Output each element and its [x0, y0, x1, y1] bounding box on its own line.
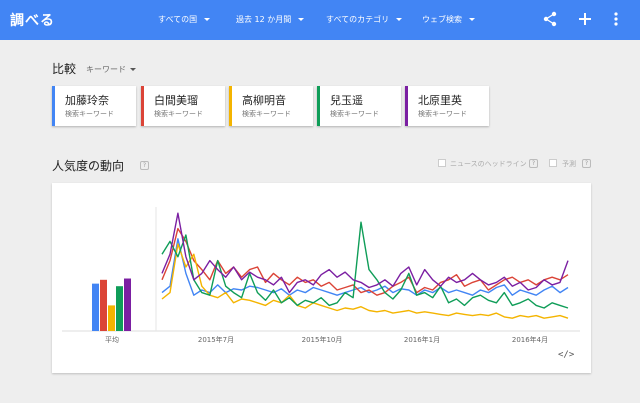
- average-bar[interactable]: [108, 305, 115, 331]
- news-headlines-checkbox[interactable]: [438, 159, 446, 167]
- term-subtitle: 検索キーワード: [154, 110, 203, 118]
- x-tick-label: 2015年10月: [302, 335, 343, 344]
- filter-category-label: すべてのカテゴリ: [326, 15, 390, 24]
- filter-search-type[interactable]: ウェブ検索: [422, 14, 475, 25]
- trend-chart-card: 平均 2015年7月 2015年10月 2016年1月 2016年4月 </>: [52, 183, 591, 373]
- term-card[interactable]: 白間美瑠 検索キーワード: [141, 86, 225, 126]
- trend-chart: 平均 2015年7月 2015年10月 2016年1月 2016年4月: [62, 207, 580, 344]
- x-tick-label: 2015年7月: [198, 335, 234, 344]
- x-tick-label: 2016年1月: [404, 335, 440, 344]
- filter-country-label: すべての国: [158, 15, 198, 24]
- term-subtitle: 検索キーワード: [418, 110, 467, 118]
- average-label: 平均: [105, 335, 119, 344]
- series-line[interactable]: [161, 212, 569, 294]
- forecast-label: 予測: [562, 160, 576, 168]
- compare-title: 比較: [52, 62, 77, 76]
- top-app-bar: 調べる すべての国 過去 12 か月間 すべてのカテゴリ ウェブ検索: [0, 0, 640, 40]
- share-icon[interactable]: [542, 11, 558, 27]
- section-title: 人気度の動向: [52, 159, 125, 173]
- chevron-down-icon: [204, 18, 211, 21]
- term-name: 高柳明音: [242, 94, 286, 107]
- term-name: 北原里英: [418, 94, 462, 107]
- compare-type-label: キーワード: [86, 65, 126, 74]
- x-tick-label: 2016年4月: [512, 335, 548, 344]
- filter-period[interactable]: 過去 12 か月間: [236, 14, 305, 25]
- help-icon[interactable]: ?: [140, 161, 149, 170]
- filter-search-type-label: ウェブ検索: [422, 15, 462, 24]
- average-bar[interactable]: [124, 278, 131, 331]
- forecast-checkbox[interactable]: [549, 159, 557, 167]
- filter-country[interactable]: すべての国: [158, 14, 211, 25]
- chevron-down-icon: [298, 18, 305, 21]
- term-name: 白間美瑠: [154, 94, 198, 107]
- filter-period-label: 過去 12 か月間: [236, 15, 292, 24]
- term-card[interactable]: 兒玉遥 検索キーワード: [317, 86, 401, 126]
- term-subtitle: 検索キーワード: [242, 110, 291, 118]
- term-subtitle: 検索キーワード: [65, 110, 114, 118]
- help-icon[interactable]: ?: [529, 159, 538, 168]
- term-subtitle: 検索キーワード: [330, 110, 379, 118]
- filter-category[interactable]: すべてのカテゴリ: [326, 14, 403, 25]
- embed-code-button[interactable]: </>: [558, 350, 574, 360]
- term-name: 加藤玲奈: [65, 94, 109, 107]
- app-brand[interactable]: 調べる: [10, 10, 55, 30]
- average-bar[interactable]: [116, 286, 123, 331]
- plus-icon[interactable]: [577, 11, 593, 27]
- more-vert-icon[interactable]: [608, 11, 624, 27]
- chevron-down-icon: [130, 68, 136, 71]
- chevron-down-icon: [469, 18, 475, 21]
- term-name: 兒玉遥: [330, 94, 363, 107]
- help-icon[interactable]: ?: [582, 159, 591, 168]
- average-bar[interactable]: [100, 279, 107, 331]
- compare-type-dropdown[interactable]: キーワード: [86, 64, 136, 75]
- news-headlines-label: ニュースのヘッドライン: [450, 160, 527, 168]
- term-card[interactable]: 高柳明音 検索キーワード: [229, 86, 313, 126]
- chevron-down-icon: [396, 18, 403, 21]
- average-bar[interactable]: [92, 283, 99, 331]
- term-card[interactable]: 北原里英 検索キーワード: [405, 86, 489, 126]
- term-card[interactable]: 加藤玲奈 検索キーワード: [52, 86, 136, 126]
